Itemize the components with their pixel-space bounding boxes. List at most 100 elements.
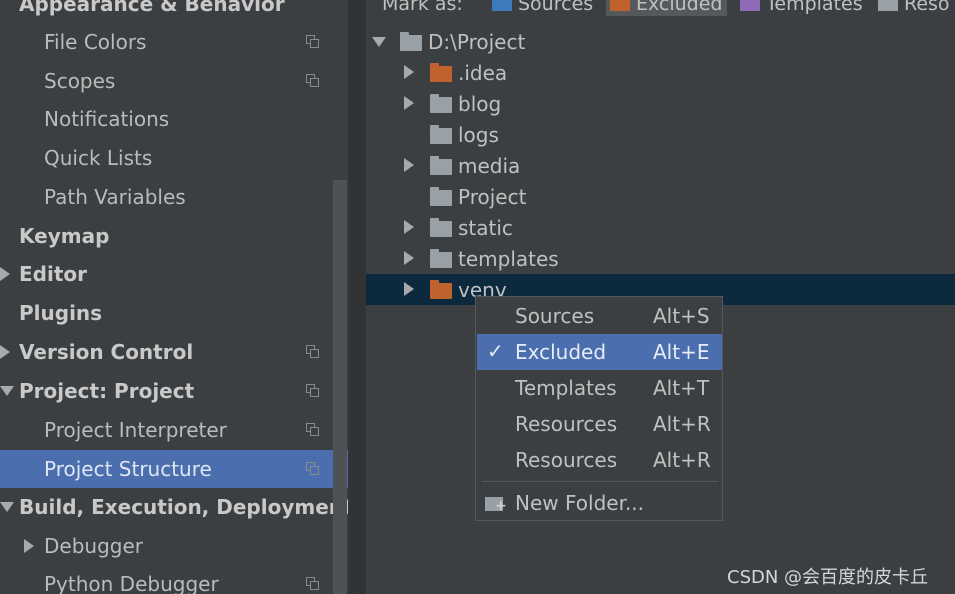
menu-item-label: Excluded bbox=[515, 340, 607, 364]
sidebar-item[interactable]: Python Debugger bbox=[0, 565, 348, 594]
chevron-right-icon[interactable] bbox=[404, 220, 414, 234]
settings-sidebar: Appearance & Behavior File Colors Scopes No… bbox=[0, 0, 348, 594]
tree-node-label: D:\Project bbox=[428, 29, 526, 54]
menu-item-shortcut: Alt+S bbox=[653, 304, 710, 328]
sidebar-item[interactable]: Build, Execution, Deployment bbox=[0, 488, 348, 526]
sidebar-item-label: Path Variables bbox=[44, 185, 186, 209]
menu-item-new-folder[interactable]: New Folder... bbox=[477, 485, 722, 521]
project-level-icon bbox=[306, 35, 320, 49]
tree-node-label: logs bbox=[458, 122, 499, 147]
project-level-icon bbox=[306, 423, 320, 437]
project-level-icon bbox=[306, 577, 320, 591]
sidebar-item[interactable]: Project Structure bbox=[0, 450, 348, 488]
tree-node[interactable]: .idea bbox=[366, 57, 955, 88]
sidebar-item-label: Appearance & Behavior bbox=[19, 0, 285, 16]
sidebar-item[interactable]: Quick Lists bbox=[0, 139, 348, 177]
panel-divider[interactable] bbox=[348, 0, 366, 594]
folder-icon bbox=[430, 280, 452, 299]
sidebar-item-label: Quick Lists bbox=[44, 146, 153, 170]
sidebar-item[interactable]: Plugins bbox=[0, 294, 348, 332]
menu-item-shortcut: Alt+T bbox=[653, 376, 710, 400]
chevron-down-icon[interactable] bbox=[372, 37, 386, 47]
tree-node-label: media bbox=[458, 153, 521, 178]
chevron-right-icon[interactable] bbox=[0, 345, 10, 359]
menu-item-excluded[interactable]: ✓ Excluded Alt+E bbox=[477, 334, 722, 370]
menu-item-label: Resources bbox=[515, 412, 618, 436]
mark-as-button-label: Excluded bbox=[636, 0, 723, 15]
menu-item-label: New Folder... bbox=[515, 491, 645, 515]
project-level-icon bbox=[306, 74, 320, 88]
mark-as-button-label: Reso bbox=[904, 0, 950, 15]
mark-as-sources-button[interactable]: Sources bbox=[492, 0, 593, 16]
mark-as-button-label: Sources bbox=[518, 0, 594, 15]
mark-as-button-label: Templates bbox=[766, 0, 863, 15]
folder-icon bbox=[430, 156, 452, 175]
mark-as-excluded-button[interactable]: Excluded bbox=[606, 0, 727, 16]
menu-item-shortcut: Alt+R bbox=[653, 412, 711, 436]
tree-node-label: Project bbox=[458, 184, 527, 209]
sidebar-item-label: Project Structure bbox=[44, 457, 212, 481]
tree-node[interactable]: D:\Project bbox=[366, 26, 955, 57]
sidebar-item-label: Build, Execution, Deployment bbox=[19, 495, 348, 519]
tree-node-label: templates bbox=[458, 246, 559, 271]
sidebar-item[interactable]: Version Control bbox=[0, 333, 348, 371]
tree-node[interactable]: logs bbox=[366, 119, 955, 150]
sidebar-item-label: Python Debugger bbox=[44, 572, 219, 594]
tree-node-label: blog bbox=[458, 91, 502, 116]
mark-as-context-menu: Sources Alt+S ✓ Excluded Alt+E Templates Alt+T… bbox=[475, 296, 723, 521]
menu-item-resources[interactable]: Resources Alt+R bbox=[477, 406, 722, 442]
menu-separator bbox=[482, 481, 718, 482]
menu-item-shortcut: Alt+E bbox=[653, 340, 710, 364]
chevron-right-icon[interactable] bbox=[404, 65, 414, 79]
tree-node[interactable]: static bbox=[366, 212, 955, 243]
tree-node-label: static bbox=[458, 215, 513, 240]
chevron-right-icon[interactable] bbox=[24, 539, 34, 553]
folder-icon bbox=[430, 94, 452, 113]
chevron-right-icon[interactable] bbox=[404, 96, 414, 110]
folder-color-icon bbox=[740, 0, 760, 11]
mark-as-reso-button[interactable]: Reso bbox=[878, 0, 950, 16]
folder-color-icon bbox=[492, 0, 512, 11]
chevron-right-icon[interactable] bbox=[404, 251, 414, 265]
folder-icon bbox=[430, 63, 452, 82]
menu-item-label: Sources bbox=[515, 304, 595, 328]
menu-item-templates[interactable]: Templates Alt+T bbox=[477, 370, 722, 406]
folder-icon bbox=[400, 32, 422, 51]
folder-icon bbox=[430, 187, 452, 206]
folder-icon bbox=[430, 218, 452, 237]
sidebar-item[interactable]: Keymap bbox=[0, 217, 348, 255]
sidebar-item-label: Version Control bbox=[19, 340, 194, 364]
new-folder-icon bbox=[485, 497, 507, 513]
folder-icon bbox=[430, 125, 452, 144]
sidebar-item[interactable]: Editor bbox=[0, 255, 348, 293]
project-level-icon bbox=[306, 462, 320, 476]
tree-node[interactable]: templates bbox=[366, 243, 955, 274]
chevron-down-icon[interactable] bbox=[0, 386, 14, 396]
sidebar-scrollbar[interactable] bbox=[333, 180, 347, 594]
sidebar-item-label: Editor bbox=[19, 262, 87, 286]
sidebar-item-label: Plugins bbox=[19, 301, 103, 325]
mark-as-templates-button[interactable]: Templates bbox=[740, 0, 863, 16]
sidebar-item-label: Keymap bbox=[19, 224, 110, 248]
sidebar-item[interactable]: File Colors bbox=[0, 23, 348, 61]
tree-node[interactable]: media bbox=[366, 150, 955, 181]
folder-icon bbox=[430, 249, 452, 268]
chevron-down-icon[interactable] bbox=[0, 502, 14, 512]
project-level-icon bbox=[306, 345, 320, 359]
sidebar-item[interactable]: Scopes bbox=[0, 62, 348, 100]
menu-item-label: Templates bbox=[515, 376, 617, 400]
sidebar-item[interactable]: Path Variables bbox=[0, 178, 348, 216]
chevron-right-icon[interactable] bbox=[404, 282, 414, 296]
sidebar-item[interactable]: Appearance & Behavior bbox=[0, 0, 348, 23]
chevron-right-icon[interactable] bbox=[0, 267, 10, 281]
sidebar-item[interactable]: Project Interpreter bbox=[0, 411, 348, 449]
sidebar-item[interactable]: Project: Project bbox=[0, 372, 348, 410]
chevron-right-icon[interactable] bbox=[404, 158, 414, 172]
sidebar-item[interactable]: Notifications bbox=[0, 100, 348, 138]
menu-item-resources[interactable]: Resources Alt+R bbox=[477, 442, 722, 478]
tree-node[interactable]: blog bbox=[366, 88, 955, 119]
sidebar-item[interactable]: Debugger bbox=[0, 527, 348, 565]
sidebar-item-label: Project: Project bbox=[19, 379, 195, 403]
tree-node[interactable]: Project bbox=[366, 181, 955, 212]
menu-item-sources[interactable]: Sources Alt+S bbox=[477, 298, 722, 334]
